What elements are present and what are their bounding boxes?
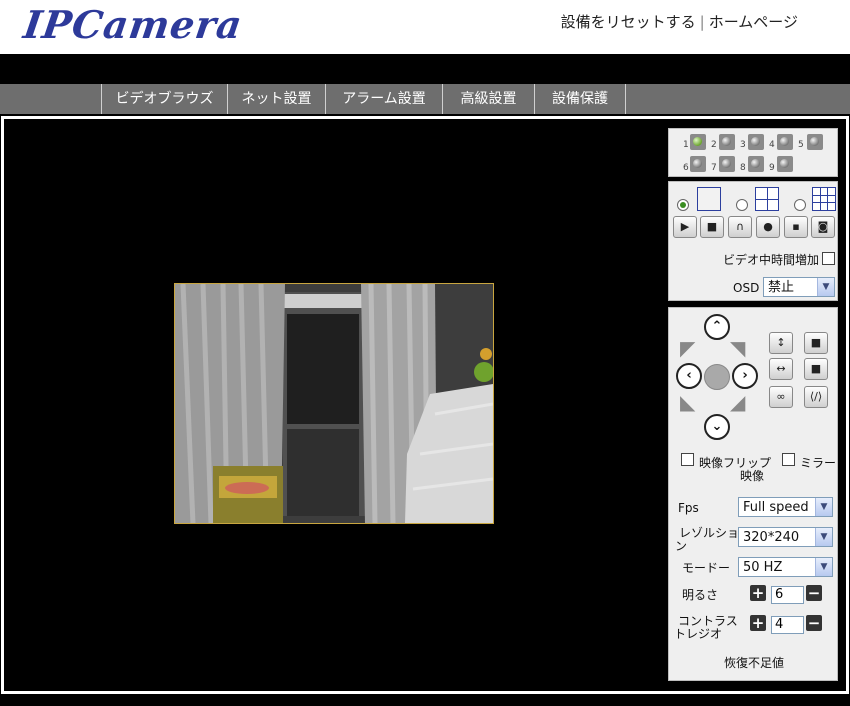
io-off-icon[interactable]: ⟨/⟩ [804,386,828,408]
channel-1-indicator-icon[interactable] [690,134,706,150]
contrast-label-wrap: トレジオ [674,627,723,641]
channel-9-label: 9 [769,163,775,173]
record-camera-icon[interactable]: ▪ [784,216,808,238]
snapshot-icon[interactable]: ◙ [811,216,835,238]
vertical-patrol-icon[interactable]: ↕ [769,332,793,354]
resolution-select[interactable]: 320*240 ▼ [738,527,833,547]
stop-icon[interactable]: ■ [700,216,724,238]
channel-9-indicator-icon[interactable] [777,156,793,172]
camera-video-feed[interactable] [174,283,494,524]
brightness-minus-icon[interactable]: − [806,585,822,601]
reset-device-link[interactable]: 設備をリセットする [561,13,696,31]
layout-single-icon [697,187,721,211]
ptz-settings-panel: ⌃ ◤ ◥ ‹ › ◣ ◢ ⌄ ↕ ■ ↔ ■ ∞ ⟨/⟩ 映像フリップ ミラー… [668,307,838,681]
channel-6-indicator-icon[interactable] [690,156,706,172]
resolution-value: 320*240 [743,530,800,545]
contrast-minus-icon[interactable]: − [806,615,822,631]
header: IPCamera 設備をリセットする | ホームページ [0,0,850,54]
resolution-label-wrap: ン [675,539,688,553]
layout-nine-icon [812,187,836,211]
channel-3-indicator-icon[interactable] [748,134,764,150]
pan-left-icon[interactable]: ‹ [676,363,702,389]
stop-vertical-patrol-icon[interactable]: ■ [804,332,828,354]
channel-8-label: 8 [740,163,746,173]
resolution-label: レゾルショ [679,526,740,540]
pan-up-icon[interactable]: ⌃ [704,314,730,340]
io-on-icon[interactable]: ∞ [769,386,793,408]
channel-7-indicator-icon[interactable] [719,156,735,172]
layout-4-radio[interactable] [736,199,748,211]
contrast-plus-icon[interactable]: + [750,615,766,631]
logo: IPCamera [20,2,246,47]
home-link[interactable]: ホームページ [709,13,798,31]
contrast-value[interactable]: 4 [771,616,804,634]
channel-1-label: 1 [683,140,689,150]
channel-8-indicator-icon[interactable] [748,156,764,172]
horizontal-patrol-icon[interactable]: ↔ [769,358,793,380]
video-time-label: ビデオ中時間増加 [723,253,820,267]
mode-select[interactable]: 50 HZ ▼ [738,557,833,577]
channel-3-label: 3 [740,140,746,150]
audio-listen-icon[interactable]: ∩ [728,216,752,238]
mirror-checkbox[interactable] [782,453,795,466]
nav-alarm-settings[interactable]: アラーム設置 [325,84,442,114]
mode-label: モードー [682,561,731,575]
pan-down-left-icon[interactable]: ◣ [680,390,695,414]
channel-5-indicator-icon[interactable] [807,134,823,150]
layout-quad-icon [755,187,779,211]
pan-down-icon[interactable]: ⌄ [704,414,730,440]
pan-right-icon[interactable]: › [732,363,758,389]
chevron-down-icon: ▼ [817,278,834,296]
brightness-label: 明るさ [682,588,719,602]
nav-device-maintenance[interactable]: 設備保護 [534,84,626,114]
nav-bar: ビデオブラウズ ネット設置 アラーム設置 高級設置 設備保護 [0,84,850,114]
talk-microphone-icon[interactable]: ● [756,216,780,238]
play-icon[interactable]: ▶ [673,216,697,238]
channel-2-indicator-icon[interactable] [719,134,735,150]
view-controls-panel: ▶ ■ ∩ ● ▪ ◙ ビデオ中時間増加 OSD 禁止 ▼ [668,181,838,301]
flip-checkbox[interactable] [681,453,694,466]
top-links: 設備をリセットする | ホームページ [561,11,798,32]
channel-5-label: 5 [798,140,804,150]
restore-defaults-link[interactable]: 恢復不足値 [724,654,784,671]
channel-4-indicator-icon[interactable] [777,134,793,150]
video-time-checkbox[interactable] [822,252,835,265]
osd-value: 禁止 [768,280,795,295]
brightness-value[interactable]: 6 [771,586,804,604]
chevron-down-icon: ▼ [815,528,832,546]
channel-6-label: 6 [683,163,689,173]
mirror-label: ミラー [800,456,837,470]
channel-panel: 1 2 3 4 5 6 7 8 9 [668,128,838,177]
nav-advanced-settings[interactable]: 高級設置 [442,84,534,114]
pan-down-right-icon[interactable]: ◢ [730,390,745,414]
chevron-down-icon: ▼ [815,498,832,516]
layout-9-radio[interactable] [794,199,806,211]
fps-value: Full speed [743,500,809,515]
chevron-down-icon: ▼ [815,558,832,576]
nav-network-settings[interactable]: ネット設置 [227,84,325,114]
pan-up-left-icon[interactable]: ◤ [680,336,695,360]
fps-label: Fps [678,501,699,515]
channel-2-label: 2 [711,140,717,150]
osd-select[interactable]: 禁止 ▼ [763,277,835,297]
nav-video-browse[interactable]: ビデオブラウズ [101,84,227,114]
osd-label: OSD [733,281,760,295]
layout-1-radio[interactable] [677,199,689,211]
mode-value: 50 HZ [743,560,783,575]
fps-select[interactable]: Full speed ▼ [738,497,833,517]
brightness-plus-icon[interactable]: + [750,585,766,601]
pan-center-icon[interactable] [704,364,730,390]
channel-4-label: 4 [769,140,775,150]
channel-7-label: 7 [711,163,717,173]
stop-horizontal-patrol-icon[interactable]: ■ [804,358,828,380]
flip-label-wrap: 映像 [740,469,765,483]
pan-up-right-icon[interactable]: ◥ [730,336,745,360]
video-frame-image [175,284,493,523]
link-separator: | [699,13,705,31]
black-band [0,54,850,84]
